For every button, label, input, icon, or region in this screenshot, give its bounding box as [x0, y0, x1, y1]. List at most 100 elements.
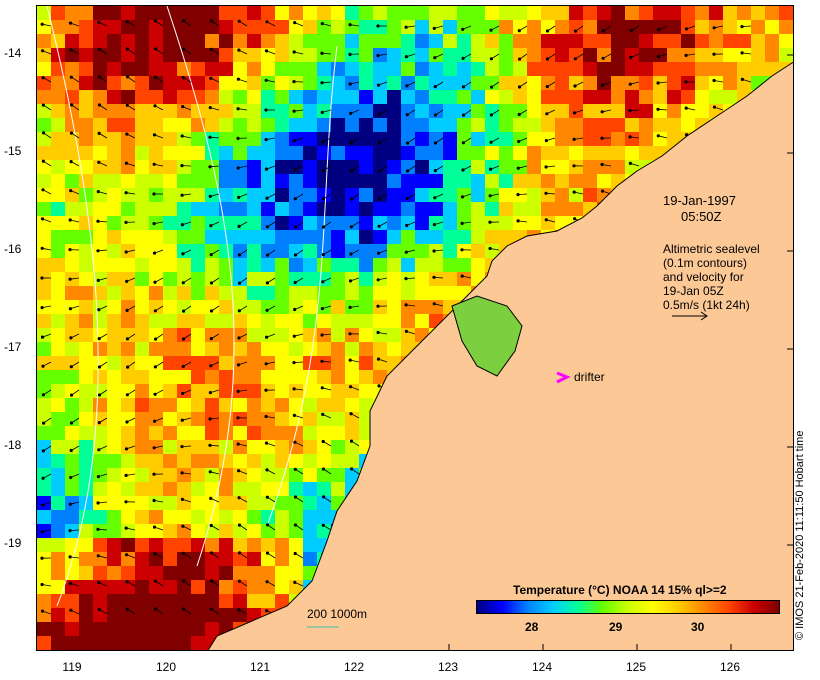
sst-cell	[303, 412, 317, 426]
sst-cell	[359, 258, 373, 272]
sst-cell	[205, 104, 219, 118]
vector-head	[433, 85, 437, 89]
sst-cell	[247, 174, 261, 188]
sst-cell	[667, 104, 681, 118]
sst-cell	[79, 258, 93, 272]
sst-cell	[387, 258, 401, 272]
sst-cell	[289, 118, 303, 132]
sst-cell	[51, 580, 65, 594]
sst-cell	[597, 160, 611, 174]
sst-cell	[247, 538, 261, 552]
sst-cell	[107, 188, 121, 202]
sst-cell	[177, 622, 191, 636]
sst-cell	[541, 118, 555, 132]
sst-cell	[233, 118, 247, 132]
sst-cell	[541, 174, 555, 188]
sst-cell	[471, 160, 485, 174]
vector-head	[238, 551, 242, 555]
sst-cell	[65, 580, 79, 594]
sst-cell	[219, 314, 233, 328]
sst-cell	[737, 76, 751, 90]
sst-cell	[373, 230, 387, 244]
sst-cell	[709, 650, 723, 651]
sst-cell	[331, 174, 345, 188]
sst-cell	[443, 258, 457, 272]
sst-cell	[275, 48, 289, 62]
sst-cell	[303, 62, 317, 76]
sst-cell	[345, 118, 359, 132]
sst-cell	[177, 6, 191, 20]
vector-head	[265, 308, 269, 312]
sst-cell	[247, 328, 261, 342]
vector-head	[125, 553, 129, 557]
sst-cell	[65, 62, 79, 76]
sst-cell	[373, 6, 387, 20]
vector-head	[125, 337, 130, 341]
sst-cell	[387, 62, 401, 76]
vector-head	[740, 24, 744, 29]
sst-cell	[93, 370, 107, 384]
sst-cell	[289, 482, 303, 496]
sst-cell	[163, 524, 177, 538]
sst-cell	[37, 538, 51, 552]
sst-cell	[135, 384, 149, 398]
sst-cell	[667, 48, 681, 62]
vector-head	[152, 498, 156, 503]
map-frame[interactable]: 19-Jan-1997 05:50Z Altimetric sealevel (…	[36, 5, 794, 651]
sst-cell	[149, 62, 163, 76]
sst-cell	[135, 636, 149, 650]
sst-cell	[499, 118, 513, 132]
vector-head	[153, 419, 157, 423]
sst-cell	[107, 34, 121, 48]
sst-cell	[149, 230, 163, 244]
sst-cell	[37, 594, 51, 608]
vector-head	[461, 85, 466, 89]
sst-cell	[163, 258, 177, 272]
sst-cell	[373, 342, 387, 356]
sst-cell	[163, 580, 177, 594]
vector-head	[181, 551, 185, 555]
sst-cell	[205, 258, 219, 272]
y-tick-label: -16	[4, 242, 22, 256]
sst-cell	[135, 398, 149, 412]
sst-cell	[191, 216, 205, 230]
vector-head	[96, 474, 101, 479]
sst-cell	[359, 650, 373, 651]
sst-cell	[107, 174, 121, 188]
sst-cell	[331, 650, 345, 651]
sst-cell	[471, 62, 485, 76]
sst-cell	[205, 622, 219, 636]
sst-cell	[93, 510, 107, 524]
sst-cell	[93, 230, 107, 244]
sst-cell	[163, 160, 177, 174]
sst-cell	[695, 90, 709, 104]
sst-cell	[359, 104, 373, 118]
sst-cell	[751, 34, 765, 48]
sst-cell	[177, 34, 191, 48]
vector-head	[629, 55, 633, 60]
sst-cell	[513, 62, 527, 76]
sst-cell	[569, 62, 583, 76]
vector-head	[153, 75, 158, 79]
sst-cell	[65, 370, 79, 384]
x-tick-label: 124	[531, 660, 553, 674]
sst-cell	[359, 146, 373, 160]
sst-cell	[261, 314, 275, 328]
sst-cell	[793, 650, 794, 651]
sst-cell	[135, 454, 149, 468]
sst-cell	[135, 76, 149, 90]
sst-map[interactable]	[37, 6, 794, 651]
sst-cell	[37, 90, 51, 104]
vector-head	[433, 113, 438, 117]
sst-cell	[51, 454, 65, 468]
vector-head	[489, 85, 494, 89]
sst-cell	[79, 314, 93, 328]
sst-cell	[471, 650, 485, 651]
vector-head	[712, 52, 716, 56]
vector-head	[432, 275, 436, 279]
sst-cell	[247, 34, 261, 48]
sst-cell	[191, 286, 205, 300]
vector-head	[656, 54, 661, 59]
sst-cell	[429, 300, 443, 314]
sst-cell	[387, 132, 401, 146]
